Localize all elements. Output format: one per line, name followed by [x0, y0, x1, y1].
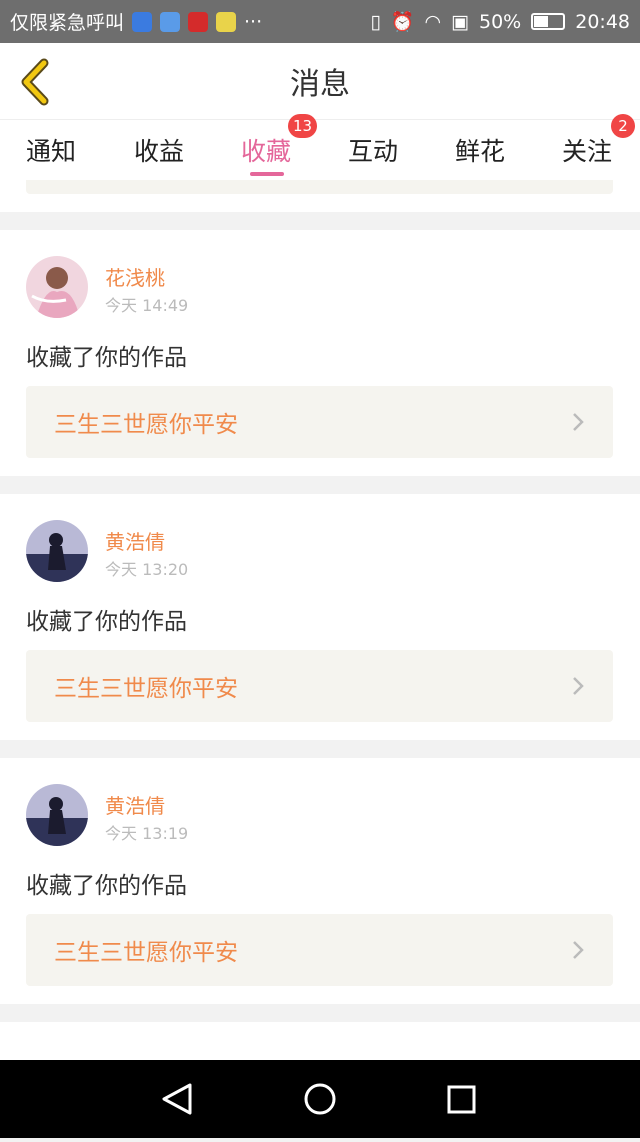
user-avatar-image — [26, 784, 88, 846]
location-pin-icon — [160, 11, 181, 32]
work-title: 三生三世愿你平安 — [54, 412, 238, 438]
tab-earnings[interactable]: 收益 — [134, 120, 184, 180]
list-item: 黄浩倩 今天 13:19 收藏了你的作品 三生三世愿你平安 — [0, 758, 640, 1004]
active-tab-indicator — [250, 172, 284, 176]
user-name[interactable]: 黄浩倩 — [105, 526, 165, 555]
user-avatar-image — [26, 520, 88, 582]
chevron-right-icon — [573, 413, 584, 431]
action-text: 收藏了你的作品 — [26, 345, 187, 371]
user-name[interactable]: 黄浩倩 — [105, 790, 165, 819]
avatar[interactable] — [26, 256, 88, 318]
timestamp: 今天 13:19 — [105, 824, 189, 843]
battery-fill — [534, 16, 549, 27]
tab-flowers[interactable]: 鲜花 — [455, 120, 505, 180]
work-title: 三生三世愿你平安 — [54, 940, 238, 966]
user-name[interactable]: 花浅桃 — [105, 262, 165, 291]
follows-count-badge: 2 — [611, 114, 635, 138]
tab-notifications[interactable]: 通知 — [26, 120, 76, 180]
carrier-text: 仅限紧急呼叫 — [10, 12, 125, 34]
list-item-partial — [0, 1022, 640, 1060]
page-title: 消息 — [290, 67, 350, 102]
sim-icon: ▣ — [451, 10, 469, 33]
work-link[interactable]: 三生三世愿你平安 — [26, 914, 613, 986]
battery-percent: 50% — [479, 10, 522, 33]
avatar[interactable] — [26, 520, 88, 582]
work-link[interactable]: 三生三世愿你平安 — [26, 650, 613, 722]
action-text: 收藏了你的作品 — [26, 873, 187, 899]
avatar[interactable] — [26, 784, 88, 846]
status-bar: 仅限紧急呼叫 ··· ▯ ⏰ ◠ ▣ 50% 20:48 — [0, 0, 640, 43]
vibrate-icon: ▯ — [370, 10, 381, 33]
chevron-right-icon — [573, 677, 584, 695]
tab-interactions[interactable]: 互动 — [348, 120, 398, 180]
tab-bar: 通知 收益 收藏 互动 鲜花 关注 13 2 — [0, 114, 640, 180]
battery-icon — [531, 13, 566, 30]
list-item: 黄浩倩 今天 13:20 收藏了你的作品 三生三世愿你平安 — [0, 494, 640, 740]
work-title: 三生三世愿你平安 — [54, 676, 238, 702]
nav-recents-icon[interactable] — [447, 1085, 476, 1114]
system-nav-buttons — [162, 1083, 476, 1115]
tab-label: 通知 — [26, 137, 77, 166]
tab-label: 收益 — [134, 137, 185, 166]
nav-home-icon[interactable] — [304, 1083, 336, 1115]
app-notification-icon — [188, 11, 209, 32]
timestamp: 今天 14:49 — [105, 296, 189, 315]
nav-back-icon[interactable] — [162, 1083, 192, 1115]
tab-label: 关注 — [562, 137, 613, 166]
chat-app-icon — [216, 11, 237, 32]
timestamp: 今天 13:20 — [105, 560, 189, 579]
tab-follows[interactable]: 关注 — [562, 120, 612, 180]
list-item: 花浅桃 今天 14:49 收藏了你的作品 三生三世愿你平安 — [0, 230, 640, 476]
tab-label: 互动 — [348, 137, 399, 166]
alarm-icon: ⏰ — [390, 11, 415, 33]
tab-label: 鲜花 — [455, 137, 506, 166]
wifi-icon: ◠ — [424, 10, 442, 33]
tab-favorites[interactable]: 收藏 — [241, 120, 291, 180]
message-list: 花浅桃 今天 14:49 收藏了你的作品 三生三世愿你平安 黄浩倩 今天 13:… — [0, 180, 640, 1060]
clock: 20:48 — [575, 10, 630, 33]
work-link[interactable]: 三生三世愿你平安 — [26, 386, 613, 458]
back-arrow-icon[interactable] — [16, 57, 56, 107]
header: 消息 — [0, 43, 640, 120]
favorites-count-badge: 13 — [288, 114, 318, 138]
user-avatar-image — [26, 256, 88, 318]
more-notifications-icon: ··· — [244, 10, 263, 33]
system-nav-bar — [0, 1060, 640, 1138]
security-shield-icon — [132, 11, 153, 32]
tab-label: 收藏 — [241, 137, 292, 166]
work-link[interactable] — [26, 180, 613, 194]
action-text: 收藏了你的作品 — [26, 609, 187, 635]
list-item-partial — [0, 180, 640, 212]
chevron-right-icon — [573, 941, 584, 959]
